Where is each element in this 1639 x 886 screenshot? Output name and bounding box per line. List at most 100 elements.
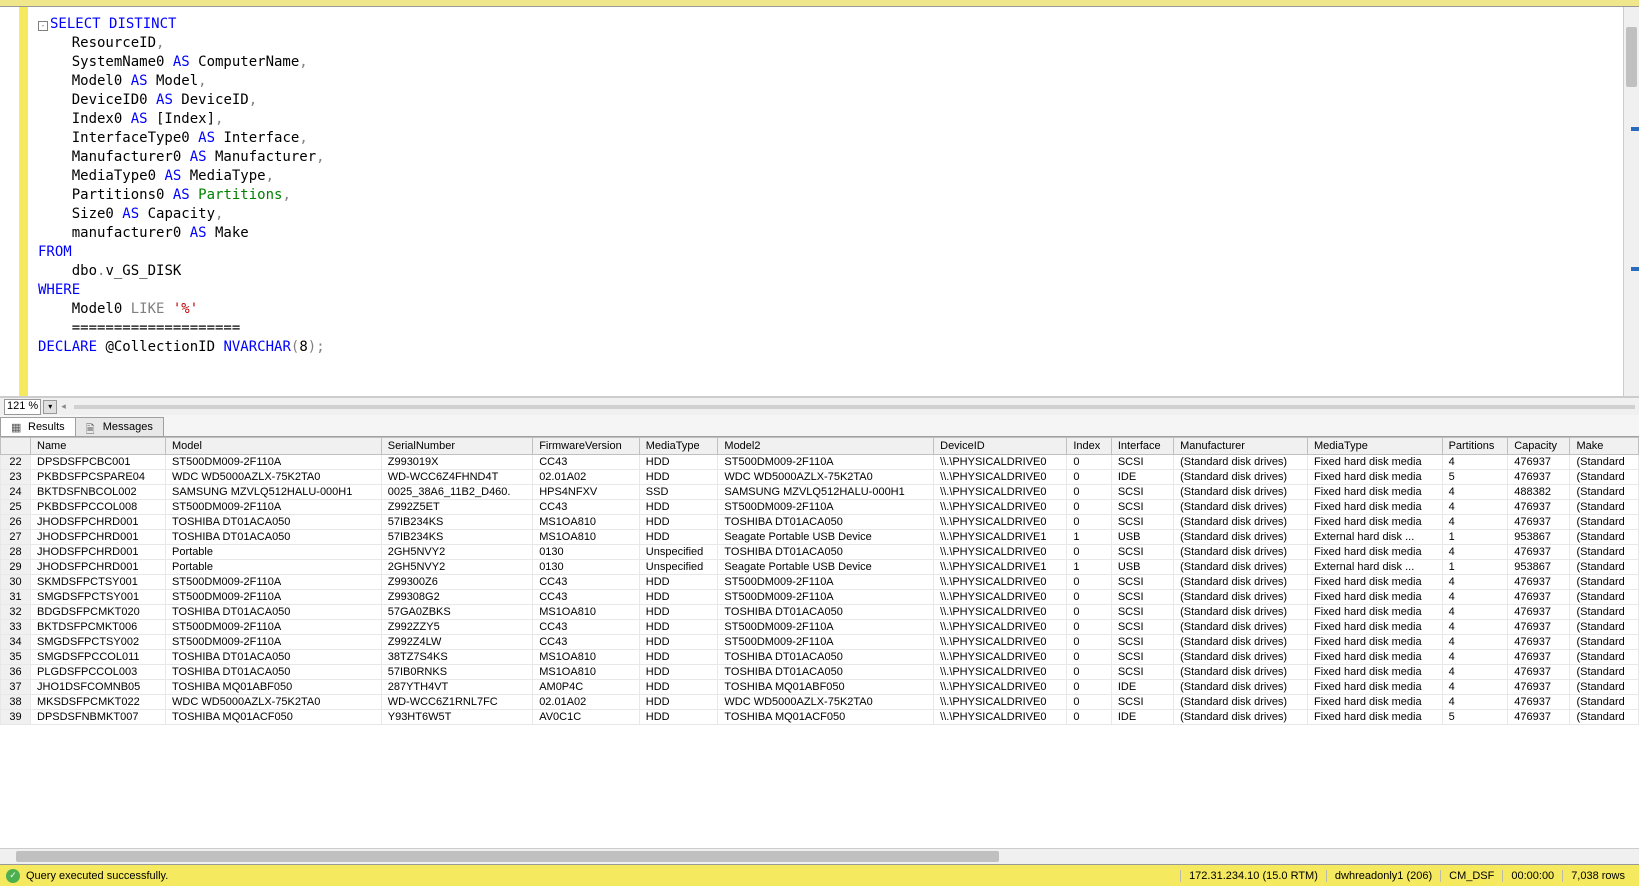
cell[interactable]: Fixed hard disk media xyxy=(1308,710,1443,725)
cell[interactable]: 0025_38A6_11B2_D460. xyxy=(381,485,532,500)
cell[interactable]: MS1OA810 xyxy=(533,605,640,620)
cell[interactable]: 0 xyxy=(1067,665,1112,680)
cell[interactable]: Portable xyxy=(166,545,382,560)
cell[interactable]: (Standard xyxy=(1570,545,1639,560)
cell[interactable]: 476937 xyxy=(1508,650,1570,665)
cell[interactable]: (Standard disk drives) xyxy=(1174,620,1308,635)
cell[interactable]: SMGDSFPCTSY002 xyxy=(31,635,166,650)
row-number[interactable]: 35 xyxy=(1,650,31,665)
cell[interactable]: WD-WCC6Z1RNL7FC xyxy=(381,695,532,710)
cell[interactable]: 1 xyxy=(1442,560,1508,575)
cell[interactable]: Fixed hard disk media xyxy=(1308,605,1443,620)
cell[interactable]: CC43 xyxy=(533,590,640,605)
cell[interactable]: Seagate Portable USB Device xyxy=(718,530,934,545)
cell[interactable]: \\.\PHYSICALDRIVE0 xyxy=(934,590,1067,605)
cell[interactable]: TOSHIBA DT01ACA050 xyxy=(718,665,934,680)
cell[interactable]: \\.\PHYSICALDRIVE0 xyxy=(934,710,1067,725)
cell[interactable]: 953867 xyxy=(1508,530,1570,545)
cell[interactable]: Z992Z4LW xyxy=(381,635,532,650)
cell[interactable]: 57GA0ZBKS xyxy=(381,605,532,620)
cell[interactable]: \\.\PHYSICALDRIVE0 xyxy=(934,515,1067,530)
slider-left-icon[interactable]: ◂ xyxy=(61,401,66,412)
cell[interactable]: \\.\PHYSICALDRIVE0 xyxy=(934,635,1067,650)
row-number[interactable]: 27 xyxy=(1,530,31,545)
cell[interactable]: 0 xyxy=(1067,620,1112,635)
column-header[interactable]: MediaType xyxy=(1308,438,1443,455)
cell[interactable]: (Standard disk drives) xyxy=(1174,470,1308,485)
cell[interactable]: 4 xyxy=(1442,575,1508,590)
cell[interactable]: (Standard xyxy=(1570,530,1639,545)
cell[interactable]: SCSI xyxy=(1111,455,1173,470)
cell[interactable]: ST500DM009-2F110A xyxy=(166,590,382,605)
cell[interactable]: 0 xyxy=(1067,605,1112,620)
cell[interactable]: 4 xyxy=(1442,545,1508,560)
cell[interactable]: 4 xyxy=(1442,680,1508,695)
cell[interactable]: SCSI xyxy=(1111,500,1173,515)
cell[interactable]: 4 xyxy=(1442,455,1508,470)
column-header[interactable]: DeviceID xyxy=(934,438,1067,455)
cell[interactable]: 476937 xyxy=(1508,470,1570,485)
cell[interactable]: 476937 xyxy=(1508,500,1570,515)
cell[interactable]: 476937 xyxy=(1508,665,1570,680)
cell[interactable]: \\.\PHYSICALDRIVE0 xyxy=(934,485,1067,500)
cell[interactable]: HDD xyxy=(639,470,718,485)
cell[interactable]: 57IB234KS xyxy=(381,515,532,530)
cell[interactable]: TOSHIBA MQ01ABF050 xyxy=(166,680,382,695)
cell[interactable]: 5 xyxy=(1442,470,1508,485)
row-number[interactable]: 30 xyxy=(1,575,31,590)
row-number[interactable]: 25 xyxy=(1,500,31,515)
row-number[interactable]: 29 xyxy=(1,560,31,575)
column-header[interactable]: Name xyxy=(31,438,166,455)
column-header[interactable]: Manufacturer xyxy=(1174,438,1308,455)
cell[interactable]: (Standard xyxy=(1570,695,1639,710)
table-row[interactable]: 36PLGDSFPCCOL003TOSHIBA DT01ACA05057IB0R… xyxy=(1,665,1639,680)
cell[interactable]: IDE xyxy=(1111,680,1173,695)
cell[interactable]: (Standard xyxy=(1570,560,1639,575)
column-header[interactable]: MediaType xyxy=(639,438,718,455)
cell[interactable]: Z993019X xyxy=(381,455,532,470)
cell[interactable]: \\.\PHYSICALDRIVE0 xyxy=(934,695,1067,710)
cell[interactable]: (Standard disk drives) xyxy=(1174,575,1308,590)
cell[interactable]: HDD xyxy=(639,575,718,590)
cell[interactable]: 476937 xyxy=(1508,575,1570,590)
table-row[interactable]: 27JHODSFPCHRD001TOSHIBA DT01ACA05057IB23… xyxy=(1,530,1639,545)
cell[interactable]: 4 xyxy=(1442,665,1508,680)
cell[interactable]: (Standard xyxy=(1570,650,1639,665)
cell[interactable]: Y93HT6W5T xyxy=(381,710,532,725)
cell[interactable]: 476937 xyxy=(1508,710,1570,725)
cell[interactable]: ST500DM009-2F110A xyxy=(166,620,382,635)
cell[interactable]: Fixed hard disk media xyxy=(1308,620,1443,635)
cell[interactable]: HDD xyxy=(639,590,718,605)
cell[interactable]: 1 xyxy=(1067,530,1112,545)
cell[interactable]: 1 xyxy=(1067,560,1112,575)
cell[interactable]: \\.\PHYSICALDRIVE0 xyxy=(934,575,1067,590)
column-header[interactable] xyxy=(1,438,31,455)
cell[interactable]: 0 xyxy=(1067,545,1112,560)
cell[interactable]: MS1OA810 xyxy=(533,650,640,665)
cell[interactable]: ST500DM009-2F110A xyxy=(718,500,934,515)
cell[interactable]: SAMSUNG MZVLQ512HALU-000H1 xyxy=(718,485,934,500)
cell[interactable]: CC43 xyxy=(533,635,640,650)
cell[interactable]: 287YTH4VT xyxy=(381,680,532,695)
cell[interactable]: 476937 xyxy=(1508,545,1570,560)
cell[interactable]: SCSI xyxy=(1111,515,1173,530)
cell[interactable]: PKBDSFPCCOL008 xyxy=(31,500,166,515)
cell[interactable]: (Standard xyxy=(1570,575,1639,590)
cell[interactable]: HDD xyxy=(639,695,718,710)
table-row[interactable]: 31SMGDSFPCTSY001ST500DM009-2F110AZ99308G… xyxy=(1,590,1639,605)
cell[interactable]: Z99300Z6 xyxy=(381,575,532,590)
cell[interactable]: 5 xyxy=(1442,710,1508,725)
table-row[interactable]: 22DPSDSFPCBC001ST500DM009-2F110AZ993019X… xyxy=(1,455,1639,470)
cell[interactable]: (Standard xyxy=(1570,605,1639,620)
cell[interactable]: (Standard xyxy=(1570,500,1639,515)
cell[interactable]: SCSI xyxy=(1111,575,1173,590)
cell[interactable]: (Standard disk drives) xyxy=(1174,635,1308,650)
cell[interactable]: SCSI xyxy=(1111,650,1173,665)
cell[interactable]: 476937 xyxy=(1508,605,1570,620)
column-header[interactable]: SerialNumber xyxy=(381,438,532,455)
cell[interactable]: JHODSFPCHRD001 xyxy=(31,545,166,560)
cell[interactable]: \\.\PHYSICALDRIVE1 xyxy=(934,560,1067,575)
row-number[interactable]: 32 xyxy=(1,605,31,620)
results-horizontal-scrollbar[interactable] xyxy=(0,848,1639,864)
cell[interactable]: 0130 xyxy=(533,560,640,575)
